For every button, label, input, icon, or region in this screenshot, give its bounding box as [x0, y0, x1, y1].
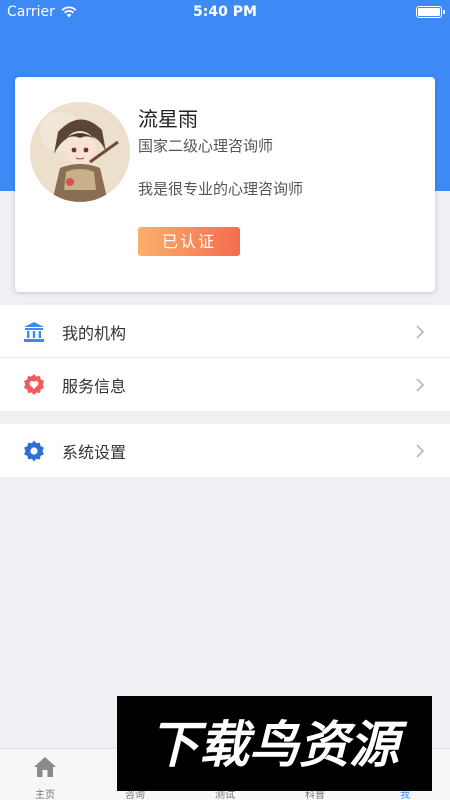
menu-item-my-institution[interactable]: 我的机构: [0, 305, 450, 358]
tab-home[interactable]: 主页: [0, 749, 90, 800]
avatar[interactable]: [30, 102, 130, 202]
menu-label-service-info: 服务信息: [62, 377, 127, 396]
verified-badge: 已认证: [138, 227, 240, 256]
profile-title: 国家二级心理咨询师: [138, 137, 274, 155]
menu-label-my-institution: 我的机构: [62, 324, 127, 343]
chevron-right-icon: [416, 444, 425, 458]
heart-badge-icon: [24, 374, 44, 395]
anime-character-avatar-icon: [30, 102, 130, 202]
profile-name: 流星雨: [138, 107, 198, 131]
tab-label-home: 主页: [35, 790, 55, 800]
watermark-text-icon: 下载鸟资源: [149, 716, 408, 774]
profile-description: 我是很专业的心理咨询师: [138, 180, 304, 198]
chevron-right-icon: [416, 378, 425, 392]
menu-group-settings: 系统设置: [0, 424, 450, 477]
status-time: 5:40 PM: [193, 4, 257, 20]
menu-item-service-info[interactable]: 服务信息: [0, 358, 450, 411]
watermark-logo: 下载鸟资源: [117, 696, 432, 791]
menu-label-system-settings: 系统设置: [62, 443, 127, 462]
status-bar: Carrier 5:40 PM: [0, 0, 450, 24]
menu-item-system-settings[interactable]: 系统设置: [0, 424, 450, 477]
menu-group-main: 我的机构 服务信息: [0, 305, 450, 411]
chevron-right-icon: [416, 325, 425, 339]
gear-icon: [24, 440, 44, 462]
svg-text:下载鸟资源: 下载鸟资源: [149, 716, 408, 774]
battery-icon: [416, 6, 445, 18]
profile-card[interactable]: 流星雨 国家二级心理咨询师 我是很专业的心理咨询师 已认证: [15, 77, 435, 292]
home-icon: [34, 757, 56, 777]
institution-icon: [24, 322, 44, 342]
